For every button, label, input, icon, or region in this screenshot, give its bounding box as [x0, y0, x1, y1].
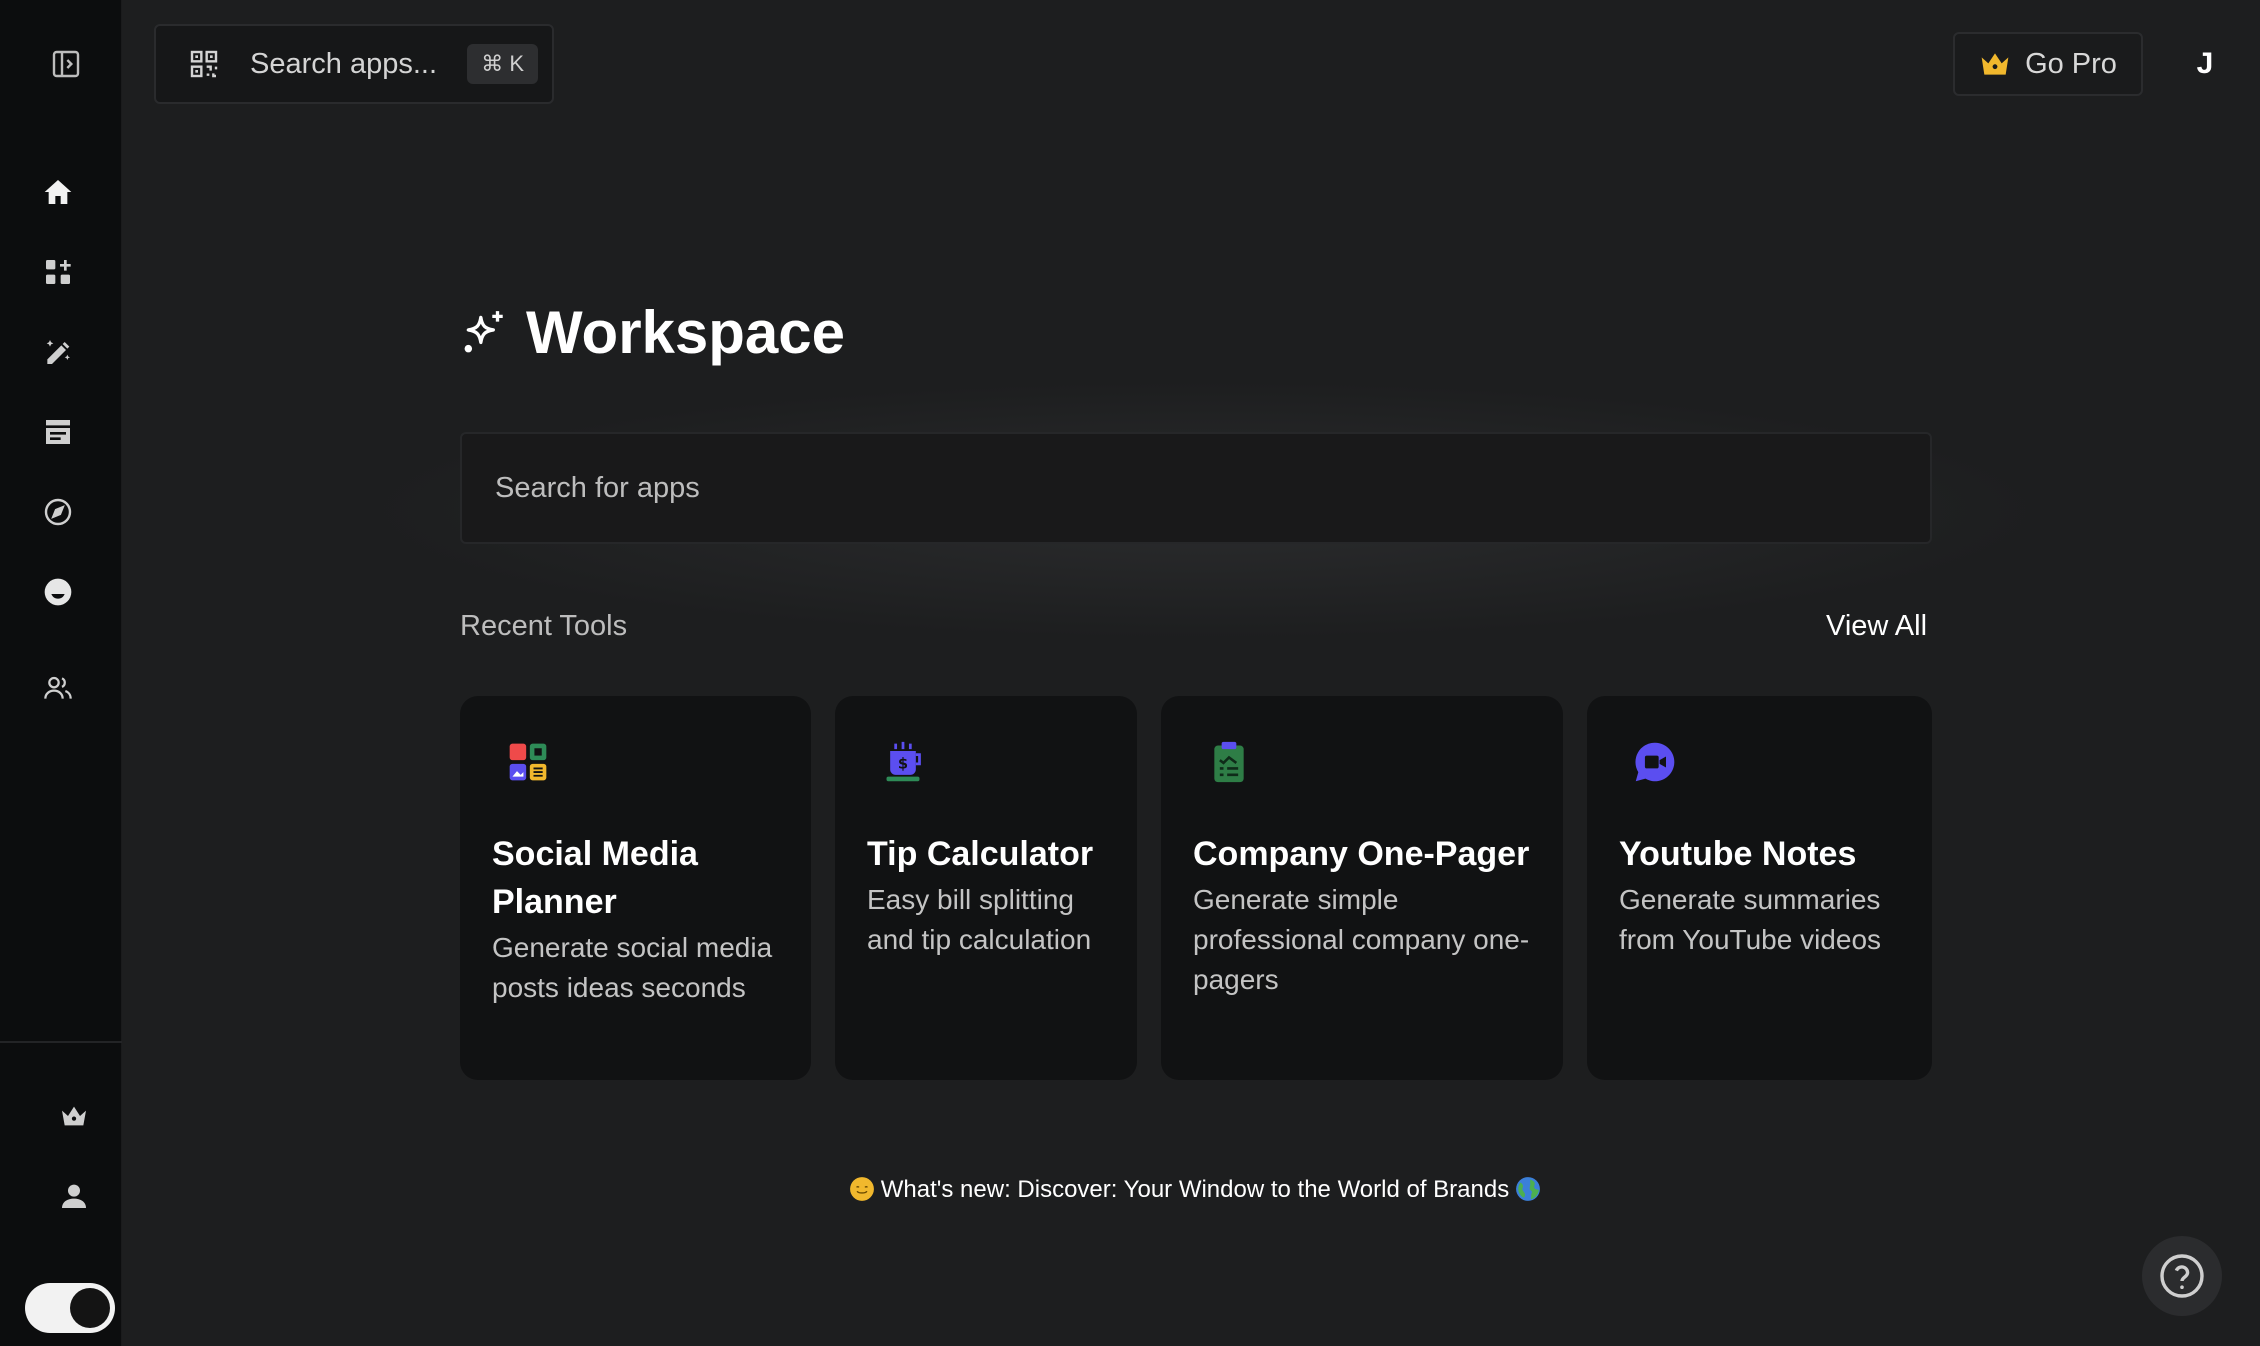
- sparkle-icon: [464, 311, 503, 353]
- panel-toggle-icon[interactable]: [36, 34, 96, 94]
- card-description: Easy bill splitting and tip calculation: [867, 884, 1092, 955]
- shortcut-badge: ⌘ K: [467, 44, 538, 84]
- toggle-knob: [70, 1288, 110, 1328]
- card-description: Generate social media posts ideas second…: [492, 932, 773, 1003]
- card-title: Social Media Planner: [492, 835, 698, 921]
- compass-icon[interactable]: [28, 482, 88, 542]
- app-search-input[interactable]: Search for apps: [460, 432, 1932, 544]
- go-pro-button[interactable]: Go Pro: [1953, 32, 2143, 96]
- smiling-sun-icon: [849, 1177, 874, 1201]
- help-icon: [2160, 1254, 2204, 1298]
- video-chat-icon: [1635, 742, 1675, 782]
- card-title: Youtube Notes: [1619, 835, 1857, 873]
- social-media-icon: [509, 743, 547, 781]
- card-description: Generate simple professional company one…: [1193, 884, 1530, 995]
- edit-sparkle-icon[interactable]: [28, 322, 88, 382]
- app-search-placeholder: Search for apps: [495, 471, 700, 504]
- whats-new-banner[interactable]: What's new: Discover: Your Window to the…: [0, 1176, 2260, 1204]
- tool-card-tip-calculator[interactable]: $ Tip Calculator Easy bill splitting and…: [835, 696, 1137, 1080]
- tool-card-social-media-planner[interactable]: Social Media Planner Generate social med…: [460, 696, 811, 1080]
- top-search-input[interactable]: Search apps... ⌘ K: [154, 24, 554, 104]
- svg-text:$: $: [898, 755, 908, 772]
- apps-add-icon[interactable]: [28, 242, 88, 302]
- page-title: Workspace: [460, 292, 845, 372]
- theme-toggle[interactable]: [25, 1283, 115, 1333]
- recent-tools-heading: Recent Tools: [460, 610, 628, 642]
- face-icon[interactable]: [28, 562, 88, 622]
- top-search-placeholder: Search apps...: [250, 47, 437, 80]
- sidebar-divider: [0, 1041, 122, 1043]
- tool-card-company-one-pager[interactable]: Company One-Pager Generate simple profes…: [1161, 696, 1563, 1080]
- clipboard-icon: [1214, 741, 1244, 783]
- globe-icon: [1516, 1177, 1541, 1201]
- crown-gold-icon: [1981, 53, 2009, 75]
- tip-calculator-icon: $: [886, 741, 921, 782]
- go-pro-label: Go Pro: [2025, 47, 2117, 80]
- article-icon[interactable]: [28, 402, 88, 462]
- user-avatar[interactable]: J: [2185, 40, 2225, 88]
- sidebar: [0, 0, 122, 1346]
- qr-code-icon: [190, 50, 218, 78]
- whats-new-text: What's new: Discover: Your Window to the…: [880, 1176, 1510, 1203]
- tool-card-youtube-notes[interactable]: Youtube Notes Generate summaries from Yo…: [1587, 696, 1932, 1080]
- card-title: Company One-Pager: [1193, 835, 1530, 873]
- page-title-text: Workspace: [526, 298, 846, 366]
- card-description: Generate summaries from YouTube videos: [1619, 884, 1882, 955]
- home-icon[interactable]: [28, 162, 88, 222]
- users-icon[interactable]: [28, 658, 88, 718]
- crown-icon[interactable]: [44, 1086, 104, 1146]
- card-title: Tip Calculator: [867, 835, 1094, 873]
- view-all-link[interactable]: View All: [1826, 610, 1927, 643]
- help-button[interactable]: [2142, 1236, 2222, 1316]
